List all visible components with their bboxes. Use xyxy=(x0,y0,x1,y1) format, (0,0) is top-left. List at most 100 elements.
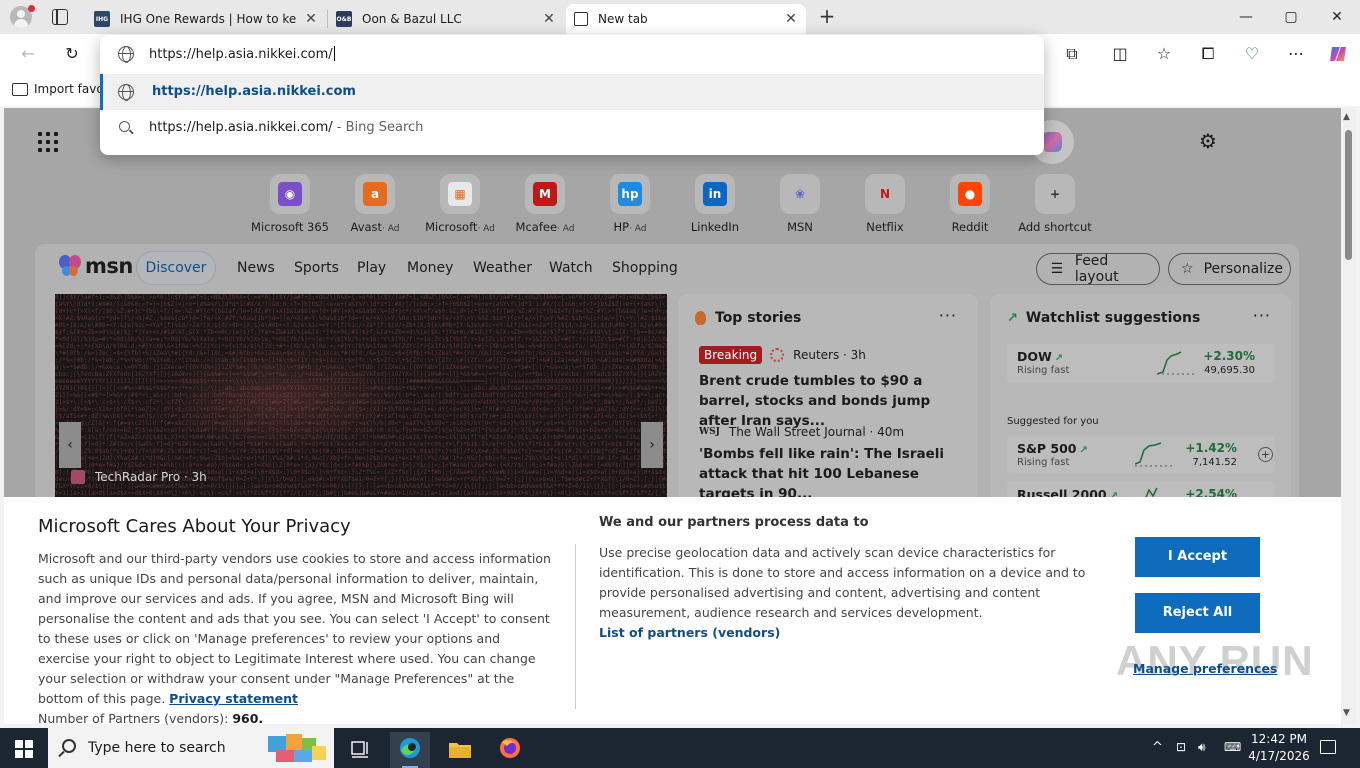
tab-sports[interactable]: Sports xyxy=(294,260,339,276)
tab-money[interactable]: Money xyxy=(407,260,453,276)
search-icon xyxy=(119,121,130,132)
extensions-icon[interactable]: ⧉ xyxy=(1062,44,1082,64)
tab-discover[interactable]: Discover xyxy=(136,251,216,285)
apps-launcher-icon[interactable] xyxy=(38,132,58,152)
scroll-up-icon[interactable]: ▲ xyxy=(1343,112,1350,122)
taskbar-search-placeholder: Type here to search xyxy=(88,740,226,756)
tab-oon-bazul[interactable]: O&B Oon & Bazul LLC ✕ xyxy=(328,4,564,34)
scroll-thumb[interactable] xyxy=(1345,130,1352,260)
address-input-row[interactable]: https://help.asia.nikkei.com/ xyxy=(100,35,1044,73)
windows-start-icon[interactable] xyxy=(15,740,33,758)
tab-watch[interactable]: Watch xyxy=(549,260,593,276)
scroll-down-icon[interactable]: ▼ xyxy=(1343,708,1350,718)
restore-button[interactable]: ▢ xyxy=(1268,6,1314,28)
more-menu-icon[interactable]: ⋯ xyxy=(1286,44,1306,64)
tab-news[interactable]: News xyxy=(237,260,275,276)
back-arrow-icon[interactable]: ← xyxy=(18,44,38,64)
firefox-icon[interactable] xyxy=(490,732,530,768)
favorites-star-icon[interactable]: ☆ xyxy=(1154,44,1174,64)
file-explorer-icon[interactable] xyxy=(440,732,480,768)
tab-actions-icon[interactable] xyxy=(52,9,68,25)
shortcut-msn[interactable]: ❀ MSN xyxy=(756,174,844,234)
tab-play[interactable]: Play xyxy=(357,260,386,276)
carousel-next-button[interactable]: › xyxy=(641,422,663,468)
keyboard-icon[interactable]: ⌨ xyxy=(1224,740,1241,754)
shortcut-hp-icon: hp xyxy=(610,174,650,214)
suggestion-search[interactable]: https://help.asia.nikkei.com/ - Bing Sea… xyxy=(100,110,1044,146)
browser-essentials-icon[interactable]: ♡ xyxy=(1242,44,1262,64)
shortcut-microsoft-icon: ▦ xyxy=(440,174,480,214)
title-bar: IHG IHG One Rewards | How to keep y ✕ O&… xyxy=(0,0,1360,34)
gear-icon[interactable]: ⚙ xyxy=(1197,130,1219,152)
stock-row-dow[interactable]: DOW ↗ Rising fast +2.30% 49,695.30 xyxy=(1007,344,1275,382)
shortcut-msn-icon: ❀ xyxy=(780,174,820,214)
address-input[interactable]: https://help.asia.nikkei.com/ xyxy=(149,46,335,62)
hero-texture-line: :{=X%b[c]|0*e>f#a}/Y$Z&d<;1+{=X%b[\]|0*e… xyxy=(55,462,667,469)
suggestion-url[interactable]: https://help.asia.nikkei.com xyxy=(100,74,1044,110)
shortcut-add-shortcut[interactable]: + Add shortcut xyxy=(1011,174,1099,234)
reject-all-button[interactable]: Reject All xyxy=(1135,593,1260,633)
close-window-button[interactable]: ✕ xyxy=(1314,6,1360,28)
watchlist-title: ↗ Watchlist suggestions xyxy=(1007,310,1200,326)
shortcut-hp[interactable]: hp HP· Ad xyxy=(586,174,674,234)
split-screen-icon[interactable]: ◫ xyxy=(1110,44,1130,64)
story-headline[interactable]: Brent crude tumbles to $90 a barrel, sto… xyxy=(699,371,957,431)
edge-browser-icon[interactable] xyxy=(390,732,430,768)
tab-close-icon[interactable]: ✕ xyxy=(784,11,798,27)
manage-preferences-link[interactable]: Manage preferences xyxy=(1133,661,1277,676)
tab-close-icon[interactable]: ✕ xyxy=(304,11,318,27)
accept-button[interactable]: I Accept xyxy=(1135,537,1260,577)
windows-taskbar: Type here to search ^ ⊡ 🔊︎ ⌨ 12:42 PM 4/… xyxy=(0,728,1360,768)
shortcut-linkedin-icon: in xyxy=(695,174,735,214)
hero-texture-line: /f<\X>|;Z%:0$ab{*c}+de]/f<\XY#;Z%:01&b{*… xyxy=(55,448,667,455)
ad-label: · Ad xyxy=(557,224,575,234)
personalize-button[interactable]: ☆ Personalize xyxy=(1168,253,1291,285)
system-clock[interactable]: 12:42 PM 4/17/2026 xyxy=(1248,731,1310,765)
carousel-prev-button[interactable]: ‹ xyxy=(59,422,81,468)
copilot-icon[interactable] xyxy=(1328,44,1348,64)
new-tab-button[interactable]: + xyxy=(817,6,837,28)
notification-center-icon[interactable] xyxy=(1320,740,1336,754)
msn-logo[interactable]: msn xyxy=(57,254,133,278)
stock-row-sp500[interactable]: S&P 500 ↗ Rising fast +1.42% 7,141.52 + xyxy=(1007,436,1275,474)
hero-texture-line: a;\=*$#db:|/+&Xeca;\=0Yfdb:|}1ZXeca<[{0Y… xyxy=(55,364,667,371)
shortcut-netflix-icon: N xyxy=(865,174,905,214)
top-stories-more-icon[interactable]: ··· xyxy=(939,306,957,325)
shortcut-microsoft-365[interactable]: ◉ Microsoft 365 xyxy=(246,174,334,234)
suggestion-url-text: https://help.asia.nikkei.com xyxy=(152,84,356,99)
network-icon[interactable]: ⊡ xyxy=(1176,740,1186,754)
feed-layout-button[interactable]: ☰ Feed layout xyxy=(1036,253,1160,285)
shortcut-avast[interactable]: a Avast· Ad xyxy=(331,174,419,234)
shortcut-reddit[interactable]: ● Reddit xyxy=(926,174,1014,234)
shortcut-name: HP xyxy=(613,220,630,234)
search-highlight-puzzle-icon xyxy=(268,734,326,762)
privacy-statement-link[interactable]: Privacy statement xyxy=(169,691,298,706)
story-headline[interactable]: 'Bombs fell like rain': The Israeli atta… xyxy=(699,444,957,504)
shortcut-label: LinkedIn xyxy=(671,220,759,234)
tab-shopping[interactable]: Shopping xyxy=(612,260,678,276)
shortcut-microsoft[interactable]: ▦ Microsoft· Ad xyxy=(416,174,504,234)
shortcut-netflix[interactable]: N Netflix xyxy=(841,174,929,234)
hero-texture-line: $}f;&[X+<Zb=>0\%{e|$}:*]Ya+<c/#1d\%f;&[X… xyxy=(55,329,667,336)
tab-ihg[interactable]: IHG IHG One Rewards | How to keep y ✕ xyxy=(86,4,326,34)
partners-list-link[interactable]: List of partners (vendors) xyxy=(599,625,780,640)
watchlist-more-icon[interactable]: ··· xyxy=(1253,306,1271,325)
tab-weather[interactable]: Weather xyxy=(473,260,532,276)
collections-icon[interactable]: ⧠ xyxy=(1198,44,1218,64)
hero-carousel[interactable]: 0|]c$Y/}a#f+1;<d&Z\[b%X={:>e*0|]c$Y/}a#f… xyxy=(55,294,667,504)
task-view-icon[interactable] xyxy=(340,732,380,768)
shortcut-mcafee[interactable]: M Mcafee· Ad xyxy=(501,174,589,234)
partners-count: 960. xyxy=(232,711,264,726)
volume-icon[interactable]: 🔊︎ xyxy=(1198,740,1206,755)
stock-symbol: DOW xyxy=(1017,349,1052,364)
taskbar-search-box[interactable]: Type here to search xyxy=(48,728,334,768)
import-favorites-link[interactable]: Import favor xyxy=(12,82,109,96)
refresh-icon[interactable]: ↻ xyxy=(62,44,82,64)
tray-chevron-icon[interactable]: ^ xyxy=(1152,740,1163,755)
minimize-button[interactable]: — xyxy=(1223,6,1269,28)
page-scrollbar[interactable]: ▲ ▼ xyxy=(1341,108,1356,724)
tab-close-icon[interactable]: ✕ xyxy=(542,11,556,27)
add-to-watchlist-icon[interactable]: + xyxy=(1258,447,1273,462)
shortcut-linkedin[interactable]: in LinkedIn xyxy=(671,174,759,234)
tab-new-tab[interactable]: New tab ✕ xyxy=(566,4,806,34)
